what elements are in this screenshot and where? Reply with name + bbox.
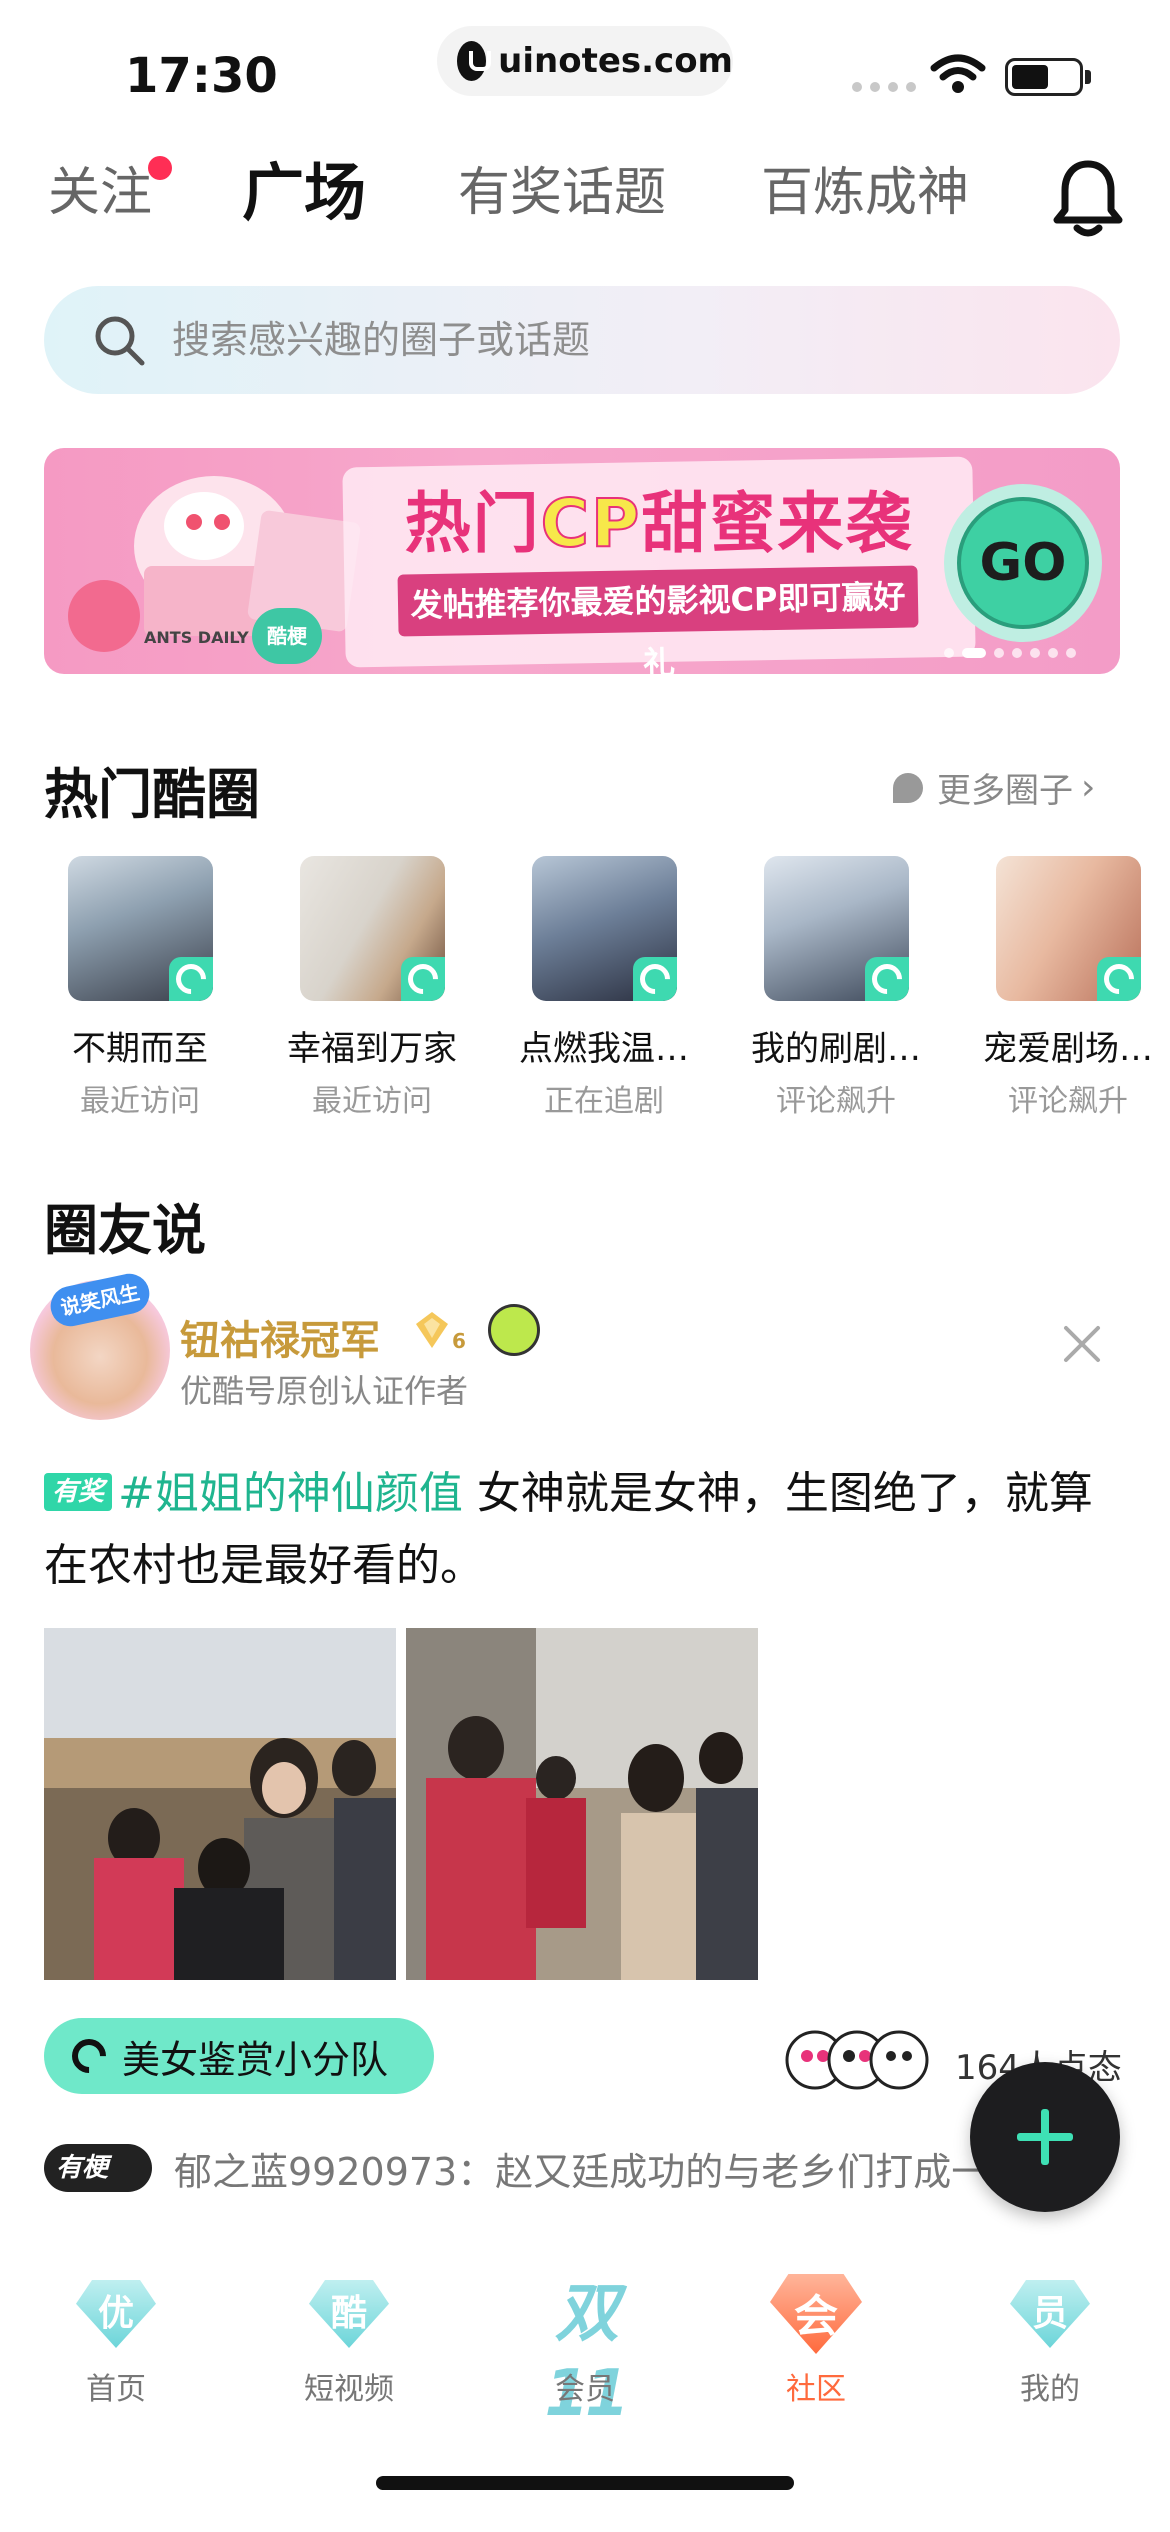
banner-subtitle: 发帖推荐你最爱的影视CP即可赢好礼 (397, 565, 919, 674)
circle-thumbnail (299, 856, 445, 1001)
author-name[interactable]: 钮祜禄冠军 (180, 1308, 380, 1366)
circle-status: 最近访问 (312, 1084, 432, 1119)
promo-banner[interactable]: ANTS DAILY 酷梗 热门CP甜蜜来袭 发帖推荐你最爱的影视CP即可赢好礼… (44, 448, 1120, 674)
youku-badge-icon (400, 957, 445, 1001)
search-bar[interactable] (44, 286, 1120, 394)
tab-square[interactable]: 广场 (242, 142, 366, 232)
hot-circles-list: 不期而至 最近访问 幸福到万家 最近访问 点燃我温… 正在追剧 我的刷剧… 评论… (40, 856, 1170, 1119)
circle-card[interactable]: 我的刷剧… 评论飙升 (736, 856, 936, 1120)
level-badge-icon: 6 (416, 1312, 466, 1352)
site-icon (457, 41, 492, 81)
circle-thumbnail (67, 856, 213, 1001)
youku-badge-icon (632, 957, 677, 1001)
profile-icon: 员 (1004, 2274, 1096, 2354)
youku-badge-icon (864, 957, 909, 1001)
more-circles-link[interactable]: 更多圈子 › (893, 763, 1095, 812)
youku-circle-icon (64, 2031, 114, 2081)
post-photo[interactable] (44, 1628, 396, 1980)
circle-status: 评论飙升 (1008, 1084, 1128, 1119)
comment-text: 郁之蓝9920973：赵又廷成功的与老乡们打成一片 (174, 2149, 1028, 2194)
circle-name: 我的刷剧… (751, 1029, 921, 1069)
create-post-button[interactable] (970, 2062, 1120, 2212)
circle-card[interactable]: 点燃我温… 正在追剧 (504, 856, 704, 1120)
author-subtitle: 优酷号原创认证作者 (180, 1372, 469, 1410)
circle-card[interactable]: 幸福到万家 最近访问 (272, 856, 472, 1120)
nav-short-video[interactable]: 酷 短视频 (259, 2274, 439, 2408)
home-indicator (376, 2476, 794, 2490)
banner-title: 热门CP甜蜜来袭 (404, 484, 914, 563)
banner-small-text: ANTS DAILY (144, 628, 249, 647)
circle-status: 评论飙升 (776, 1084, 896, 1119)
battery-icon (1005, 58, 1083, 96)
group-name: 美女鉴赏小分队 (122, 2037, 389, 2082)
hot-circles-title: 热门酷圈 (44, 763, 260, 826)
reaction-avatars (785, 2030, 929, 2090)
status-bar: 17:30 uinotes.com (0, 0, 1170, 130)
comment-tag: 有梗 (44, 2144, 152, 2192)
pagination-dot (962, 648, 986, 658)
search-input[interactable] (172, 318, 972, 362)
pagination-dot (994, 648, 1004, 658)
home-icon: 优 (70, 2274, 162, 2354)
circle-status: 最近访问 (80, 1084, 200, 1119)
pagination-dot (1066, 648, 1076, 658)
pagination-dot (944, 648, 954, 658)
url-text: uinotes.com (498, 41, 733, 81)
banner-pagination (944, 648, 1076, 658)
post-text: 有奖 #姐姐的神仙颜值 女神就是女神，生图绝了，就算在农村也是最好看的。 (44, 1458, 1124, 1602)
bell-icon[interactable] (1053, 158, 1123, 238)
tab-follow[interactable]: 关注 (48, 150, 152, 225)
hot-comment[interactable]: 有梗 郁之蓝9920973：赵又廷成功的与老乡们打成一片 (44, 2138, 1124, 2198)
pagination-dot (1048, 648, 1058, 658)
close-icon[interactable] (1060, 1322, 1104, 1366)
vip-icon (488, 1304, 540, 1356)
chevron-right-icon: › (1081, 767, 1096, 808)
circle-name: 宠爱剧场… (983, 1029, 1153, 1069)
circle-card[interactable]: 宠爱剧场… 评论飙升 (968, 856, 1168, 1120)
post-photo[interactable] (406, 1628, 758, 1980)
pagination-dot (1030, 648, 1040, 658)
circle-status: 正在追剧 (544, 1084, 664, 1119)
circle-thumbnail (995, 856, 1141, 1001)
svg-text:6: 6 (452, 1329, 466, 1352)
tab-reward-topics[interactable]: 有奖话题 (458, 150, 666, 225)
plus-icon (1017, 2109, 1073, 2165)
post-photos (44, 1628, 764, 1980)
youku-badge-icon (1096, 957, 1141, 1001)
short-video-icon: 酷 (303, 2274, 395, 2354)
banner-tag: 酷梗 (252, 608, 322, 664)
tab-training[interactable]: 百炼成神 (761, 150, 969, 225)
double11-logo-icon: 双11 (544, 2277, 629, 2431)
community-icon: 会 (770, 2274, 862, 2354)
circle-thumbnail (763, 856, 909, 1001)
nav-home[interactable]: 优 首页 (26, 2274, 206, 2408)
circle-thumbnail (531, 856, 677, 1001)
search-icon (95, 316, 145, 366)
status-time: 17:30 (125, 48, 278, 104)
circle-name: 不期而至 (72, 1029, 208, 1069)
nav-mine[interactable]: 员 我的 (960, 2274, 1140, 2408)
reward-tag: 有奖 (44, 1473, 113, 1511)
nav-community[interactable]: 会 社区 (726, 2274, 906, 2408)
circle-name: 幸福到万家 (287, 1029, 457, 1069)
leaf-icon (893, 772, 923, 803)
top-tabs: 关注 广场 有奖话题 百炼成神 (48, 150, 1128, 250)
hashtag-link[interactable]: #姐姐的神仙颜值 (118, 1468, 463, 1519)
pagination-dot (1012, 648, 1022, 658)
circle-card[interactable]: 不期而至 最近访问 (40, 856, 240, 1120)
wifi-icon (930, 54, 986, 93)
go-button[interactable]: GO (944, 484, 1102, 642)
nav-membership[interactable]: 双11 会员 (495, 2274, 675, 2431)
notification-dot (148, 156, 172, 180)
url-pill[interactable]: uinotes.com (437, 26, 733, 96)
feed-title: 圈友说 (44, 1199, 206, 1262)
post-header: 说笑风生 钮祜禄冠军 6 优酷号原创认证作者 (30, 1270, 1140, 1420)
cellular-signal-icon (852, 82, 916, 92)
group-chip[interactable]: 美女鉴赏小分队 (44, 2018, 434, 2094)
circle-name: 点燃我温… (519, 1029, 689, 1069)
youku-badge-icon (168, 957, 213, 1001)
